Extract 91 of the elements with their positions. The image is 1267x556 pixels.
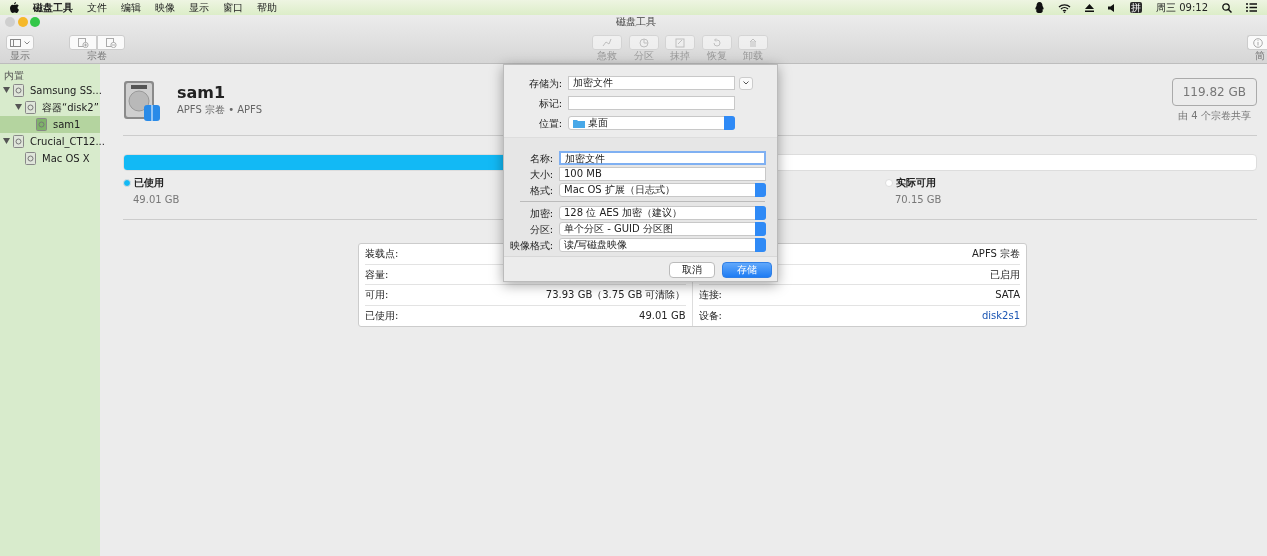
info-label: 设备: [698, 309, 722, 324]
wifi-icon[interactable] [1058, 2, 1071, 13]
info-label: 可用: [365, 288, 389, 303]
disclosure-icon[interactable] [3, 87, 10, 93]
drive-icon [13, 84, 24, 97]
info-icon [1252, 37, 1263, 48]
field-label: 分区: [528, 222, 553, 237]
info-value: 已启用 [990, 267, 1020, 282]
legend-label: 实际可用 [895, 176, 936, 190]
toolbar-label: 急救 [597, 50, 617, 62]
sidebar-item[interactable]: sam1 [0, 116, 100, 133]
location-select[interactable]: 桌面 [568, 116, 735, 130]
folder-icon [573, 118, 585, 128]
info-label: 装载点: [365, 247, 399, 262]
caret-icon [23, 40, 30, 45]
menu-item[interactable]: 映像 [155, 0, 175, 15]
legend-label: 已使用 [133, 176, 164, 190]
toolbar-label: 简 [1254, 50, 1266, 62]
field-label: 映像格式: [508, 238, 553, 253]
menu-item[interactable]: 编辑 [121, 0, 141, 15]
volume-subtitle: APFS 宗卷 • APFS [177, 103, 263, 117]
info-value: 73.93 GB（3.75 GB 可清除） [545, 288, 686, 303]
undo-icon [710, 37, 723, 48]
penguin-icon[interactable] [1035, 2, 1044, 13]
field-label: 大小: [528, 167, 553, 182]
menu-item[interactable]: 磁盘工具 [33, 0, 73, 15]
legend-value: 70.15 GB [895, 194, 942, 205]
caret-icon [743, 81, 749, 85]
toolbar-label: 宗卷 [87, 50, 107, 62]
toolbar-label: 显示 [10, 50, 30, 62]
info-label: 容量: [365, 267, 389, 282]
input-method-icon[interactable]: 拼 [1130, 2, 1142, 13]
dialog-button[interactable]: 取消 [669, 261, 715, 278]
menu-item[interactable]: 文件 [87, 0, 107, 15]
sidebar-item[interactable]: Mac OS X [0, 150, 100, 167]
drive-icon [13, 135, 24, 148]
text-field[interactable]: 100 MB [559, 167, 766, 181]
view-button[interactable] [6, 35, 34, 50]
window-title: 磁盘工具 [616, 16, 656, 27]
clock[interactable]: 周三 09:12 [1156, 0, 1208, 15]
search-icon[interactable] [1222, 2, 1232, 13]
minimize-button[interactable] [17, 17, 28, 27]
menu-item[interactable]: 窗口 [223, 0, 243, 15]
info-value: 49.01 GB [639, 309, 686, 324]
select-field[interactable]: 单个分区 - GUID 分区图 [559, 222, 766, 236]
info-value: SATA [995, 288, 1020, 303]
remove-volume-button[interactable] [97, 35, 125, 50]
field-label: 标记: [537, 96, 562, 111]
tags-field[interactable] [568, 96, 735, 110]
device-link[interactable]: disk2s1 [981, 308, 1020, 324]
text-field[interactable]: 加密文件 [559, 151, 766, 165]
info-label: 连接: [698, 288, 722, 303]
drive-icon [123, 78, 161, 123]
pie-icon [637, 37, 650, 48]
menu-item[interactable]: 显示 [189, 0, 209, 15]
select-field[interactable]: Mac OS 扩展（日志式） [559, 183, 766, 197]
menu-item[interactable]: 帮助 [257, 0, 277, 15]
sidebar-item[interactable]: 容器“disk2” [0, 99, 100, 116]
disclosure-icon[interactable] [3, 138, 10, 144]
drive-icon [36, 118, 47, 131]
select-field[interactable]: 读/写磁盘映像 [559, 238, 766, 252]
field-label: 存储为: [527, 76, 562, 91]
drive-icon [25, 101, 36, 114]
field-label: 名称: [528, 151, 553, 166]
toolbar-label: 恢复 [706, 50, 727, 62]
sidebar-icon [10, 38, 22, 47]
shared-note: 由 4 个宗卷共享 [1177, 109, 1251, 123]
list-icon[interactable] [1246, 3, 1257, 12]
select-field[interactable]: 128 位 AES 加密（建议） [559, 206, 766, 220]
disclosure-icon[interactable] [14, 104, 22, 110]
sidebar-header: 内置 [3, 69, 25, 82]
filename-field[interactable]: 加密文件 [568, 76, 735, 90]
field-label: 格式: [528, 183, 553, 198]
info-value: APFS 宗卷 [972, 247, 1020, 262]
apple-icon[interactable] [10, 2, 19, 13]
volume-icon[interactable] [1108, 3, 1116, 12]
expand-button[interactable] [739, 76, 753, 90]
zoom-button[interactable] [30, 17, 40, 27]
add-volume-button[interactable] [69, 35, 97, 50]
drive-icon [25, 152, 36, 165]
capacity-badge: 119.82 GB [1171, 78, 1257, 106]
info-label: 已使用: [365, 309, 399, 324]
field-label: 位置: [537, 116, 562, 131]
close-button[interactable] [5, 17, 15, 27]
remove-icon [105, 37, 117, 48]
field-label: 加密: [528, 206, 553, 221]
sidebar-item[interactable]: Samsung SS... [0, 82, 100, 99]
info-button[interactable] [1247, 35, 1267, 50]
add-icon [77, 37, 89, 48]
legend-value: 49.01 GB [133, 194, 180, 205]
volume-name: sam1 [177, 84, 227, 102]
